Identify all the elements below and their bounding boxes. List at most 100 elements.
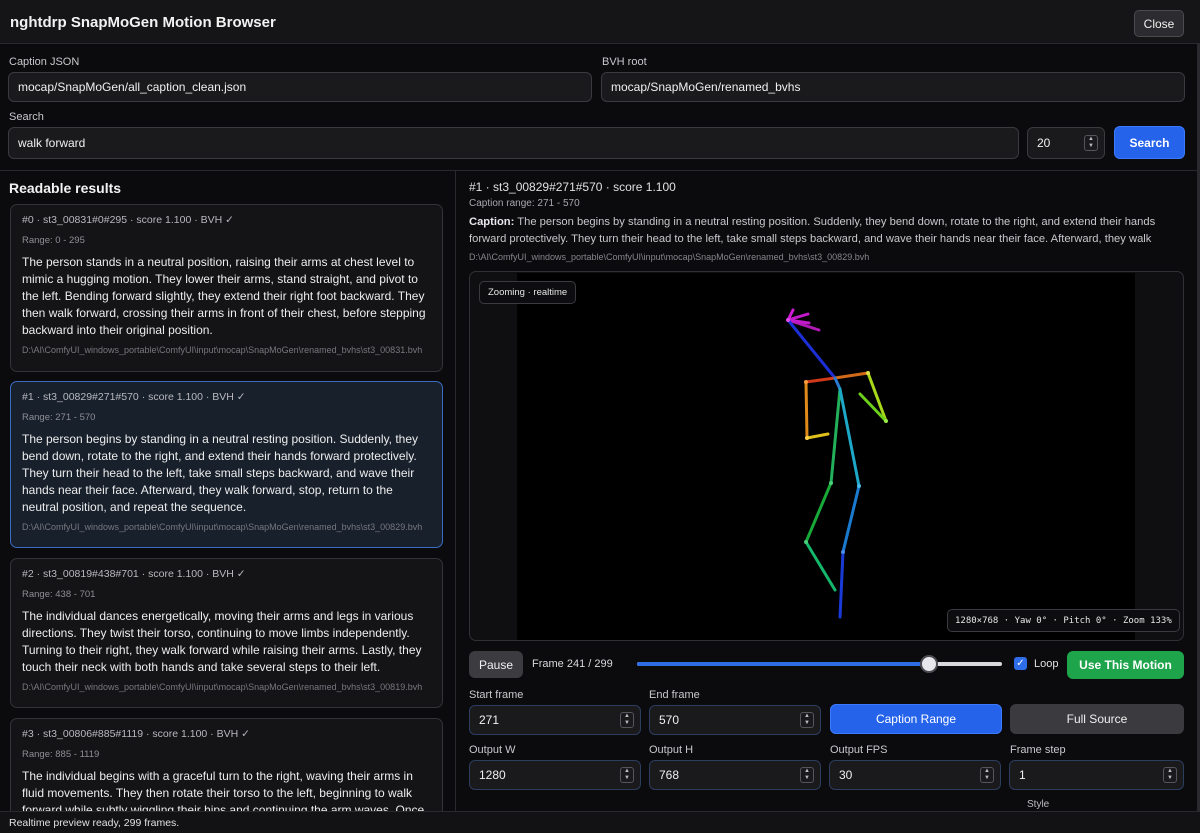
left-shoulder-bone [804,376,837,384]
check-icon: ✓ [1016,658,1025,669]
right-shoulder-bone [833,371,870,380]
joint-dot [805,436,809,440]
left-foot-bone [804,540,837,592]
caption-range-button[interactable]: Caption Range [830,704,1002,734]
left-forearm-bone [805,432,830,440]
joint-dot [804,380,808,384]
frame-step-value: 1 [1019,768,1026,782]
start-frame-value: 271 [479,713,500,727]
stepper-icon[interactable]: ▲ ▼ [800,767,814,783]
result-head: #3 · st3_00806#885#1119 · score 1.100 · … [22,728,250,740]
output-w-value: 1280 [479,768,506,782]
result-caption: The person stands in a neutral position,… [22,255,426,337]
full-source-button[interactable]: Full Source [1010,704,1184,734]
stepper-icon[interactable]: ▲ ▼ [1163,767,1177,783]
result-caption: The individual dances energetically, mov… [22,609,422,674]
caption-text: The person begins by standing in a neutr… [469,216,1156,245]
output-fps-input[interactable]: 30 ▲ ▼ [829,760,1001,790]
loop-checkbox[interactable]: ✓ [1014,657,1027,670]
result-card-1[interactable]: #1 · st3_00829#271#570 · score 1.100 · B… [10,381,443,548]
frame-step-label: Frame step [1010,744,1066,756]
left-upper-arm-bone [804,380,809,440]
result-head: #2 · st3_00819#438#701 · score 1.100 · B… [22,568,246,580]
divider [0,170,1200,171]
result-range: Range: 0 - 295 [22,235,85,246]
result-card-2[interactable]: #2 · st3_00819#438#701 · score 1.100 · B… [10,558,443,708]
result-limit-input[interactable]: 20 ▲ ▼ [1027,127,1105,159]
search-input[interactable]: walk forward [8,127,1019,159]
joint-dot [884,419,888,423]
frame-slider-thumb[interactable] [920,655,938,673]
result-path: D:\AI\ComfyUI_windows_portable\ComfyUI\i… [22,682,423,692]
caption-label: Caption: [469,216,515,228]
caption-json-label: Caption JSON [9,56,80,68]
start-frame-input[interactable]: 271 ▲ ▼ [469,705,641,735]
loop-label: Loop [1034,658,1059,670]
pause-button[interactable]: Pause [469,651,523,678]
stepper-icon[interactable]: ▲ ▼ [980,767,994,783]
status-text: Realtime preview ready, 299 frames. [9,817,180,829]
result-caption: The person begins by standing in a neutr… [22,432,419,514]
status-bar: Realtime preview ready, 299 frames. [0,811,1200,833]
stepper-icon[interactable]: ▲ ▼ [800,712,814,728]
motion-viewer[interactable]: Zooming · realtime 1280×768 · Yaw 0° · P… [469,271,1184,641]
stepper-icon[interactable]: ▲ ▼ [620,712,634,728]
result-caption: The individual begins with a graceful tu… [22,769,425,811]
left-shin-bone [804,481,833,544]
frame-slider[interactable] [637,655,1002,673]
result-path: D:\AI\ComfyUI_windows_portable\ComfyUI\i… [22,522,423,532]
frame-counter: Frame 241 / 299 [532,658,613,670]
result-card-3[interactable]: #3 · st3_00806#885#1119 · score 1.100 · … [10,718,443,811]
search-button[interactable]: Search [1114,126,1185,159]
result-range: Range: 885 - 1119 [22,749,100,760]
joint-dot [857,484,861,488]
output-w-label: Output W [469,744,516,756]
end-frame-value: 570 [659,713,680,727]
start-frame-label: Start frame [469,689,524,701]
right-shin-bone [841,484,861,554]
output-h-label: Output H [649,744,694,756]
output-fps-label: Output FPS [830,744,888,756]
camera-hud: 1280×768 · Yaw 0° · Pitch 0° · Zoom 133% [947,609,1180,632]
result-range: Range: 438 - 701 [22,589,96,600]
end-frame-input[interactable]: 570 ▲ ▼ [649,705,821,735]
style-label: Style [1027,799,1050,810]
result-path: D:\AI\ComfyUI_windows_portable\ComfyUI\i… [22,345,423,355]
limit-stepper-icon[interactable]: ▲ ▼ [1084,135,1098,151]
title-bar: nghtdrp SnapMoGen Motion Browser Close [0,0,1200,44]
joint-dot [786,318,790,322]
detail-path: D:\AI\ComfyUI_windows_portable\ComfyUI\i… [469,252,870,262]
bvh-root-input[interactable]: mocap/SnapMoGen/renamed_bvhs [601,72,1185,102]
results-title: Readable results [9,180,122,196]
right-foot-bone [838,550,845,619]
result-head: #0 · st3_00831#0#295 · score 1.100 · BVH… [22,214,234,226]
detail-caption: Caption: The person begins by standing i… [469,214,1174,248]
close-button[interactable]: Close [1134,10,1184,37]
viewer-mode-badge: Zooming · realtime [479,281,577,304]
detail-range: Caption range: 271 - 570 [469,198,580,209]
frame-slider-fill [637,662,929,666]
output-h-input[interactable]: 768 ▲ ▼ [649,760,821,790]
caption-json-input[interactable]: mocap/SnapMoGen/all_caption_clean.json [8,72,592,102]
app-title: nghtdrp SnapMoGen Motion Browser [10,14,276,31]
result-head: #1 · st3_00829#271#570 · score 1.100 · B… [22,391,246,403]
result-card-0[interactable]: #0 · st3_00831#0#295 · score 1.100 · BVH… [10,204,443,372]
result-limit-value: 20 [1037,136,1051,150]
joint-dot [841,550,845,554]
output-fps-value: 30 [839,768,853,782]
frame-step-input[interactable]: 1 ▲ ▼ [1009,760,1184,790]
joint-dot [829,481,833,485]
search-label: Search [9,111,44,123]
left-thigh-bone [829,387,842,485]
spine-bone [833,376,842,391]
detail-heading: #1 · st3_00829#271#570 · score 1.100 [469,180,676,194]
joint-dot [804,540,808,544]
end-frame-label: End frame [649,689,700,701]
use-motion-button[interactable]: Use This Motion [1067,651,1184,679]
right-thigh-bone [838,387,861,488]
bvh-root-label: BVH root [602,56,647,68]
output-w-input[interactable]: 1280 ▲ ▼ [469,760,641,790]
stepper-icon[interactable]: ▲ ▼ [620,767,634,783]
output-h-value: 768 [659,768,680,782]
result-range: Range: 271 - 570 [22,412,96,423]
